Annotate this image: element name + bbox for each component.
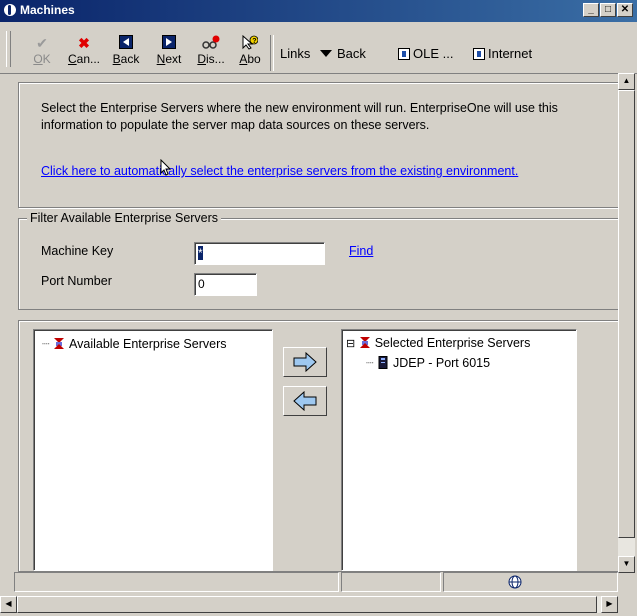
toolbar-grip[interactable] <box>6 31 11 67</box>
status-cell-3 <box>443 572 618 592</box>
about-button[interactable]: ? Abo <box>230 34 270 71</box>
find-link[interactable]: Find <box>349 244 373 258</box>
scroll-right-icon[interactable]: ▶ <box>601 596 618 613</box>
app-icon <box>3 3 17 17</box>
globe-icon <box>508 575 522 592</box>
server-group-icon <box>359 337 370 348</box>
display-icon <box>191 35 231 52</box>
port-number-label: Port Number <box>41 274 112 288</box>
tree-item[interactable]: ┈ JDEP - Port 6015 <box>366 355 490 370</box>
server-group-icon <box>54 338 65 349</box>
horizontal-scroll-thumb[interactable] <box>17 596 597 613</box>
instructions-panel: Select the Enterprise Servers where the … <box>18 82 620 208</box>
internet-label: Internet <box>488 46 533 61</box>
ok-button-label: OK <box>33 52 51 66</box>
scroll-down-icon[interactable]: ▼ <box>618 556 635 573</box>
ole-icon <box>398 48 410 60</box>
available-servers-root[interactable]: ┈ Available Enterprise Servers <box>42 336 227 351</box>
check-icon: ✔ <box>36 35 48 51</box>
internet-icon <box>473 48 485 60</box>
cancel-x-icon: ✖ <box>78 35 90 51</box>
window-title: Machines <box>20 3 75 17</box>
next-icon <box>149 35 189 52</box>
server-icon <box>378 356 388 369</box>
next-button[interactable]: Next <box>149 35 189 71</box>
server-item-label: JDEP - Port 6015 <box>393 356 491 370</box>
tree-collapse-icon[interactable]: ⊟ <box>346 338 355 350</box>
scroll-left-icon[interactable]: ◀ <box>0 596 17 613</box>
minimize-button[interactable]: _ <box>583 3 599 17</box>
tree-line: ┈ <box>366 356 374 370</box>
port-number-value: 0 <box>198 277 205 291</box>
display-button[interactable]: Dis... <box>191 35 231 71</box>
status-cell-2 <box>341 572 441 592</box>
links-menu[interactable]: Links <box>280 46 310 61</box>
scroll-up-icon[interactable]: ▲ <box>618 73 635 90</box>
toolbar: ✔ OK ✖ Can... Back Next Dis... ? Abo Lin… <box>0 23 637 74</box>
selected-servers-root[interactable]: ⊟ Selected Enterprise Servers <box>346 336 530 350</box>
back-links-button[interactable]: Back <box>320 46 366 61</box>
cancel-button-label: Can... <box>67 52 101 66</box>
internet-button[interactable]: Internet <box>473 46 532 61</box>
horizontal-scrollbar[interactable]: ◀ ▶ <box>0 596 618 613</box>
available-servers-label: Available Enterprise Servers <box>69 337 227 351</box>
ole-button[interactable]: OLE ... <box>398 46 453 61</box>
about-button-label: Abo <box>239 52 261 66</box>
maximize-button[interactable]: □ <box>600 3 616 17</box>
add-server-button[interactable] <box>283 347 327 377</box>
back-icon <box>106 35 146 52</box>
dropdown-arrow-icon <box>320 50 332 57</box>
ok-button[interactable]: ✔ OK <box>22 35 62 71</box>
machine-key-input[interactable]: * <box>194 242 325 265</box>
arrow-right-icon <box>293 352 317 372</box>
selected-servers-label: Selected Enterprise Servers <box>374 336 531 350</box>
selected-servers-list[interactable]: ⊟ Selected Enterprise Servers ┈ JDEP - P… <box>341 329 577 571</box>
port-number-input[interactable]: 0 <box>194 273 257 296</box>
svg-text:?: ? <box>252 38 256 45</box>
vertical-scrollbar[interactable]: ▲ ▼ <box>618 73 635 573</box>
filter-group-title: Filter Available Enterprise Servers <box>27 211 222 225</box>
instructions-text: Select the Enterprise Servers where the … <box>41 101 558 132</box>
available-servers-list[interactable]: ┈ Available Enterprise Servers <box>33 329 273 571</box>
remove-server-button[interactable] <box>283 386 327 416</box>
mouse-cursor-icon <box>160 158 172 180</box>
vertical-scroll-thumb[interactable] <box>618 90 635 538</box>
machine-key-value: * <box>198 246 203 260</box>
arrow-left-icon <box>293 391 317 411</box>
status-bar <box>0 572 620 594</box>
about-icon: ? <box>230 34 270 52</box>
back-links-label: Back <box>337 46 366 61</box>
server-lists: ┈ Available Enterprise Servers ⊟ Selecte… <box>18 320 620 572</box>
display-button-label: Dis... <box>197 52 225 66</box>
title-bar: Machines _ □ ✕ <box>0 0 637 22</box>
cancel-button[interactable]: ✖ Can... <box>64 35 104 71</box>
machine-key-label: Machine Key <box>41 244 114 258</box>
next-button-label: Next <box>156 52 182 66</box>
auto-select-link[interactable]: Click here to automatically select the e… <box>41 164 518 178</box>
status-cell-main <box>14 572 339 592</box>
back-button[interactable]: Back <box>106 35 146 71</box>
filter-group: Filter Available Enterprise Servers Mach… <box>18 211 620 310</box>
tree-line: ┈ <box>42 337 50 351</box>
ole-label: OLE ... <box>413 46 454 61</box>
back-button-label: Back <box>112 52 140 66</box>
close-button[interactable]: ✕ <box>617 3 633 17</box>
toolbar-separator <box>270 35 274 71</box>
